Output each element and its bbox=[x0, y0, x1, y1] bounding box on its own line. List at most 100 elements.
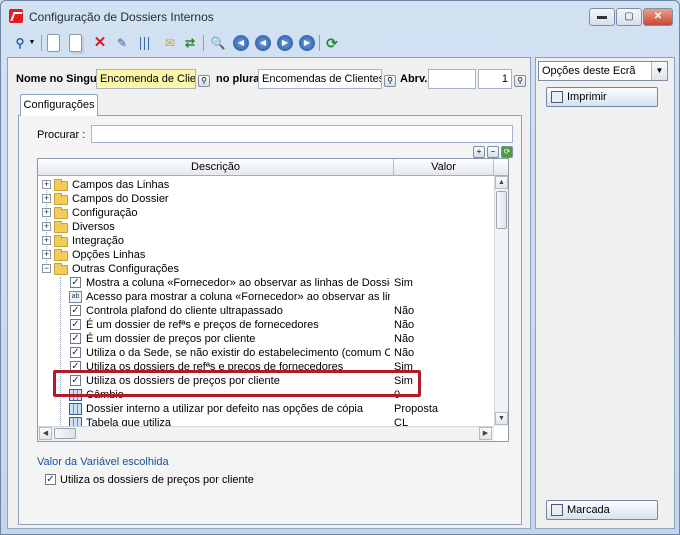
table-row-selected[interactable]: ✓ Utiliza os dossiers de preços por clie… bbox=[38, 374, 494, 388]
checkbox-icon: ✓ bbox=[70, 305, 81, 316]
toolbar-separator bbox=[319, 35, 320, 51]
expand-icon[interactable]: + bbox=[42, 194, 51, 203]
table-icon bbox=[69, 417, 82, 426]
print-preview-icon[interactable]: 🔍 bbox=[209, 34, 227, 52]
tree-folder-row[interactable]: + Campos do Dossier bbox=[38, 192, 494, 206]
singular-name-field[interactable]: Encomenda de Cliente bbox=[96, 69, 196, 89]
delete-icon[interactable]: ✕ bbox=[91, 34, 109, 52]
grid-header: Descrição Valor bbox=[38, 159, 508, 176]
marked-button[interactable]: Marcada bbox=[546, 500, 658, 520]
horizontal-scrollbar[interactable]: ◀ ▶ bbox=[38, 426, 494, 441]
window-title: Configuração de Dossiers Internos bbox=[29, 10, 214, 24]
previous-record-icon[interactable]: ◀ bbox=[255, 35, 271, 51]
table-row[interactable]: ✓ É um dossier de preços por cliente Não bbox=[38, 332, 494, 346]
tab-configuracoes[interactable]: Configurações bbox=[20, 94, 98, 116]
print-button[interactable]: Imprimir bbox=[546, 87, 658, 107]
refresh-icon[interactable]: ⟳ bbox=[323, 34, 341, 52]
close-button[interactable]: ✕ bbox=[643, 8, 673, 26]
search-input[interactable] bbox=[91, 125, 513, 143]
new-document-icon[interactable] bbox=[47, 34, 60, 52]
plural-lookup-icon[interactable]: ⚲ bbox=[384, 75, 396, 87]
options-combo-value: Opções deste Ecrã bbox=[542, 65, 636, 77]
number-lookup-icon[interactable]: ⚲ bbox=[514, 75, 526, 87]
copy-document-icon[interactable] bbox=[69, 34, 82, 52]
scroll-left-icon[interactable]: ◀ bbox=[39, 427, 52, 440]
tab-content: Procurar : + − ⟳ Descrição Valor + Campo… bbox=[18, 115, 522, 525]
first-record-icon[interactable]: ◀ bbox=[233, 35, 249, 51]
abrv-label: Abrv. bbox=[400, 73, 428, 85]
singular-lookup-icon[interactable]: ⚲ bbox=[198, 75, 210, 87]
scroll-down-icon[interactable]: ▼ bbox=[495, 412, 508, 425]
scroll-up-icon[interactable]: ▲ bbox=[495, 176, 508, 189]
table-icon bbox=[69, 403, 82, 415]
tree-folder-row[interactable]: − Outras Configurações bbox=[38, 262, 494, 276]
value-checkbox-label[interactable]: Utiliza os dossiers de preços por client… bbox=[60, 474, 254, 486]
table-row[interactable]: Dossier interno a utilizar por defeito n… bbox=[38, 402, 494, 416]
expand-icon[interactable]: + bbox=[42, 180, 51, 189]
tree-folder-row[interactable]: + Configuração bbox=[38, 206, 494, 220]
folder-icon bbox=[54, 249, 68, 261]
grid-view-icon[interactable] bbox=[137, 37, 151, 50]
checkbox-icon: ✓ bbox=[70, 277, 81, 288]
collapse-all-icon[interactable]: − bbox=[487, 146, 499, 158]
checkbox-icon: ✓ bbox=[70, 347, 81, 358]
next-record-icon[interactable]: ▶ bbox=[277, 35, 293, 51]
table-row[interactable]: ✓ Controla plafond do cliente ultrapassa… bbox=[38, 304, 494, 318]
plural-name-field[interactable]: Encomendas de Clientes bbox=[258, 69, 382, 89]
vertical-scrollbar[interactable]: ▲ ▼ bbox=[494, 176, 508, 426]
checkbox-icon: ✓ bbox=[70, 319, 81, 330]
column-header-description[interactable]: Descrição bbox=[38, 159, 394, 176]
folder-icon bbox=[54, 221, 68, 233]
chevron-down-icon[interactable]: ▼ bbox=[651, 62, 667, 80]
tree-folder-row[interactable]: + Integração bbox=[38, 234, 494, 248]
scroll-right-icon[interactable]: ▶ bbox=[479, 427, 492, 440]
folder-icon bbox=[54, 193, 68, 205]
table-row[interactable]: ab Acesso para mostrar a coluna «Fornece… bbox=[38, 290, 494, 304]
chevron-down-icon[interactable]: ▼ bbox=[27, 34, 37, 52]
folder-icon bbox=[54, 235, 68, 247]
expand-all-icon[interactable]: + bbox=[473, 146, 485, 158]
table-row[interactable]: ✓ Utiliza os dossiers de refªs e preços … bbox=[38, 360, 494, 374]
tree-folder-row[interactable]: + Opções Linhas bbox=[38, 248, 494, 262]
collapse-icon[interactable]: − bbox=[42, 264, 51, 273]
options-combo[interactable]: Opções deste Ecrã ▼ bbox=[538, 61, 668, 81]
toolbar-separator bbox=[41, 35, 42, 51]
toolbar: ⚲ ▼ ✕ ✎ ✉ ⇄ 🔍 ◀ ◀ ▶ ▶ ⟳ bbox=[7, 31, 673, 55]
expand-icon[interactable]: + bbox=[42, 236, 51, 245]
right-panel: Opções deste Ecrã ▼ Imprimir Marcada bbox=[535, 57, 675, 529]
column-header-value[interactable]: Valor bbox=[394, 159, 494, 176]
refresh-tree-icon[interactable]: ⟳ bbox=[501, 146, 513, 158]
tree-folder-row[interactable]: + Diversos bbox=[38, 220, 494, 234]
variable-value-link[interactable]: Valor da Variável escolhida bbox=[37, 456, 169, 468]
edit-icon[interactable]: ✎ bbox=[113, 34, 131, 52]
folder-open-icon bbox=[54, 263, 68, 275]
maximize-button[interactable]: ▢ bbox=[616, 8, 642, 26]
print-icon bbox=[551, 91, 563, 103]
expand-icon[interactable]: + bbox=[42, 222, 51, 231]
minimize-button[interactable]: ▬ bbox=[589, 8, 615, 26]
table-row[interactable]: ✓ Mostra a coluna «Fornecedor» ao observ… bbox=[38, 276, 494, 290]
folder-icon bbox=[54, 179, 68, 191]
table-row[interactable]: ✓ É um dossier de refªs e preços de forn… bbox=[38, 318, 494, 332]
table-row[interactable]: Tabela que utiliza CL bbox=[38, 416, 494, 426]
main-panel: Nome no Singular Encomenda de Cliente ⚲ … bbox=[7, 57, 531, 529]
table-row[interactable]: ✓ Utiliza o da Sede, se não existir do e… bbox=[38, 346, 494, 360]
table-icon bbox=[69, 389, 82, 401]
mail-icon[interactable]: ✉ bbox=[161, 34, 179, 52]
last-record-icon[interactable]: ▶ bbox=[299, 35, 315, 51]
search-label: Procurar : bbox=[37, 129, 86, 141]
number-field[interactable]: 1 bbox=[478, 69, 512, 89]
toolbar-separator bbox=[203, 35, 204, 51]
marker-icon bbox=[551, 504, 563, 516]
checkbox-icon: ✓ bbox=[70, 333, 81, 344]
value-checkbox[interactable]: ✓ bbox=[45, 474, 56, 485]
abrv-field[interactable] bbox=[428, 69, 476, 89]
transfer-icon[interactable]: ⇄ bbox=[181, 34, 199, 52]
folder-icon bbox=[54, 207, 68, 219]
scroll-thumb[interactable] bbox=[54, 428, 76, 439]
expand-icon[interactable]: + bbox=[42, 208, 51, 217]
tree-folder-row[interactable]: + Campos das Linhas bbox=[38, 178, 494, 192]
expand-icon[interactable]: + bbox=[42, 250, 51, 259]
scroll-thumb[interactable] bbox=[496, 191, 507, 229]
table-row[interactable]: Câmbio 0 bbox=[38, 388, 494, 402]
